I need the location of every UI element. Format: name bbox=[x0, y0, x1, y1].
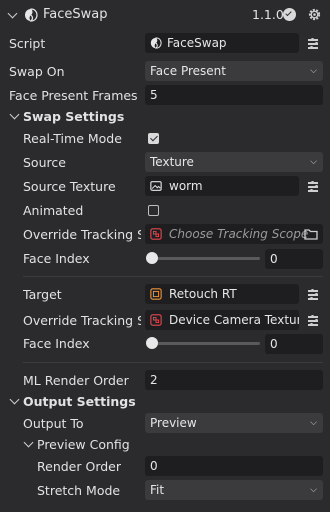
chevron-down-icon: ⌵ bbox=[310, 485, 317, 495]
render-order-row: Render Order 0 bbox=[0, 456, 330, 478]
output-to-row: Output To Preview ⌵ bbox=[0, 413, 330, 435]
animated-row: Animated bbox=[0, 202, 330, 220]
gear-icon[interactable] bbox=[307, 7, 322, 22]
animated-label: Animated bbox=[23, 203, 84, 218]
tracking-scope-icon bbox=[150, 228, 162, 240]
chevron-down-icon: ⌵ bbox=[310, 157, 317, 167]
script-options-icon[interactable] bbox=[308, 38, 322, 50]
swap-settings-title: Swap Settings bbox=[23, 109, 125, 124]
swap-on-row: Swap On Face Present ⌵ bbox=[0, 61, 330, 83]
ml-render-order-input[interactable]: 2 bbox=[145, 370, 323, 390]
output-to-select[interactable]: Preview ⌵ bbox=[145, 413, 323, 433]
override-tracking-source-value: Choose Tracking Scope bbox=[169, 227, 309, 241]
render-order-input[interactable]: 0 bbox=[145, 456, 323, 476]
source-texture-label: Source Texture bbox=[23, 179, 116, 194]
output-settings-section: Output Settings bbox=[0, 393, 330, 413]
real-time-mode-label: Real-Time Mode bbox=[23, 131, 122, 146]
enabled-check-icon[interactable] bbox=[283, 8, 296, 21]
render-target-icon bbox=[150, 288, 162, 300]
override-tracking-source-label: Override Tracking Sc bbox=[23, 227, 141, 242]
chevron-down-icon: ⌵ bbox=[310, 66, 317, 76]
stretch-mode-label: Stretch Mode bbox=[37, 483, 121, 498]
swap-on-value: Face Present bbox=[150, 64, 226, 78]
chevron-down-icon: ⌵ bbox=[310, 418, 317, 428]
face-index-source-row: Face Index 0 bbox=[0, 248, 330, 270]
face-index-target-slider-track[interactable] bbox=[152, 342, 260, 345]
face-index-source-input[interactable]: 0 bbox=[265, 249, 323, 269]
script-value: FaceSwap bbox=[167, 36, 227, 50]
target-field[interactable]: Retouch RT bbox=[145, 284, 299, 304]
face-index-target-row: Face Index 0 bbox=[0, 333, 330, 355]
face-present-frames-label: Face Present Frames bbox=[9, 88, 138, 103]
swap-on-label: Swap On bbox=[9, 64, 65, 79]
source-texture-options-icon[interactable] bbox=[308, 181, 322, 193]
camera-texture-icon bbox=[150, 314, 162, 326]
swap-on-select[interactable]: Face Present ⌵ bbox=[145, 61, 323, 81]
component-title: FaceSwap bbox=[43, 7, 108, 22]
folder-icon[interactable] bbox=[304, 228, 318, 240]
override-tracking-target-options-icon[interactable] bbox=[308, 315, 322, 327]
version-label: 1.1.0 bbox=[252, 7, 284, 22]
face-present-frames-row: Face Present Frames 5 bbox=[0, 85, 330, 107]
source-label: Source bbox=[23, 155, 66, 170]
swap-settings-section: Swap Settings bbox=[0, 108, 330, 128]
stretch-mode-value: Fit bbox=[150, 483, 165, 497]
collapse-chevron-icon[interactable] bbox=[9, 394, 20, 405]
script-icon bbox=[25, 8, 38, 22]
preview-config-title: Preview Config bbox=[37, 437, 130, 452]
stretch-mode-select[interactable]: Fit ⌵ bbox=[145, 480, 323, 500]
section-divider bbox=[23, 362, 323, 363]
ml-render-order-row: ML Render Order 2 bbox=[0, 370, 330, 392]
collapse-chevron-icon[interactable] bbox=[23, 437, 34, 448]
section-divider bbox=[23, 276, 323, 277]
override-tracking-source-field[interactable]: Choose Tracking Scope bbox=[145, 224, 323, 244]
override-tracking-target-value: Device Camera Texture T bbox=[169, 313, 299, 327]
script-field[interactable]: FaceSwap bbox=[145, 33, 299, 53]
collapse-chevron-icon[interactable] bbox=[9, 109, 20, 120]
face-index-source-label: Face Index bbox=[23, 251, 90, 266]
source-texture-value: worm bbox=[169, 179, 203, 193]
target-label: Target bbox=[23, 287, 62, 302]
face-index-target-label: Face Index bbox=[23, 336, 90, 351]
output-settings-title: Output Settings bbox=[23, 394, 136, 409]
image-icon bbox=[150, 181, 162, 191]
override-tracking-target-label: Override Tracking Sc bbox=[23, 313, 141, 328]
target-value: Retouch RT bbox=[169, 287, 237, 301]
component-header: FaceSwap 1.1.0 bbox=[0, 4, 330, 26]
render-order-label: Render Order bbox=[37, 459, 121, 474]
source-value: Texture bbox=[150, 155, 194, 169]
face-index-source-slider-track[interactable] bbox=[152, 257, 260, 260]
target-row: Target Retouch RT bbox=[0, 284, 330, 306]
face-index-source-slider-handle[interactable] bbox=[146, 252, 158, 264]
ml-render-order-label: ML Render Order bbox=[23, 373, 129, 388]
source-row: Source Texture ⌵ bbox=[0, 152, 330, 174]
script-label: Script bbox=[9, 36, 46, 51]
face-index-target-slider-handle[interactable] bbox=[146, 337, 158, 349]
override-tracking-source-row: Override Tracking Sc Choose Tracking Sco… bbox=[0, 224, 330, 246]
script-row: Script FaceSwap bbox=[0, 33, 330, 55]
collapse-chevron-icon[interactable] bbox=[7, 8, 18, 19]
face-present-frames-input[interactable]: 5 bbox=[145, 85, 323, 105]
source-texture-row: Source Texture worm bbox=[0, 176, 330, 198]
source-select[interactable]: Texture ⌵ bbox=[145, 152, 323, 172]
output-to-label: Output To bbox=[23, 416, 84, 431]
face-index-target-input[interactable]: 0 bbox=[265, 334, 323, 354]
script-asset-icon bbox=[150, 37, 162, 49]
override-tracking-target-field[interactable]: Device Camera Texture T bbox=[145, 310, 299, 330]
preview-config-section: Preview Config bbox=[0, 436, 330, 456]
override-tracking-target-row: Override Tracking Sc Device Camera Textu… bbox=[0, 310, 330, 332]
real-time-mode-row: Real-Time Mode bbox=[0, 130, 330, 148]
real-time-mode-checkbox[interactable] bbox=[148, 133, 159, 144]
stretch-mode-row: Stretch Mode Fit ⌵ bbox=[0, 480, 330, 502]
output-to-value: Preview bbox=[150, 416, 197, 430]
animated-checkbox[interactable] bbox=[148, 205, 159, 216]
target-options-icon[interactable] bbox=[308, 289, 322, 301]
source-texture-field[interactable]: worm bbox=[145, 176, 299, 196]
